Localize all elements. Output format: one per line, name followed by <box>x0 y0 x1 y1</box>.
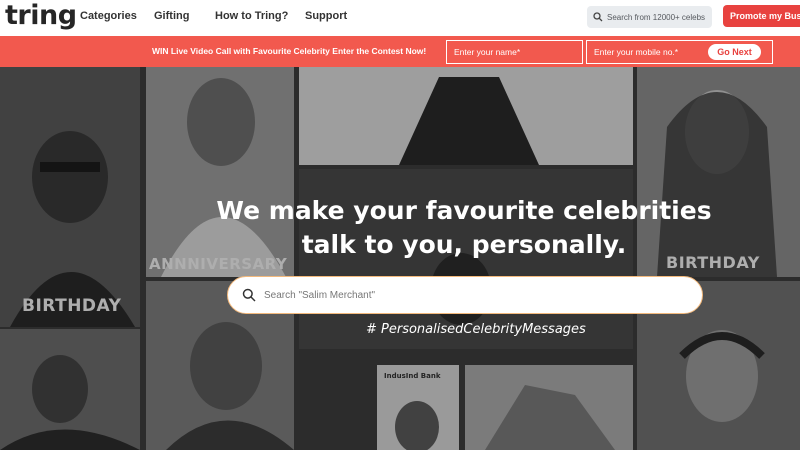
contest-name-field[interactable] <box>446 40 583 64</box>
nav-search-box[interactable] <box>587 6 712 28</box>
hashtag-text: # PersonalisedCelebrityMessages <box>366 322 586 337</box>
promote-business-button[interactable]: Promote my Bus <box>723 5 800 27</box>
nav-link-gifting[interactable]: Gifting <box>154 10 189 22</box>
nav-search-input[interactable] <box>607 12 712 22</box>
hero-section: BIRTHDAY ANNNIVERSARY IndusInd Bank BIRT… <box>0 67 800 450</box>
search-icon <box>242 288 256 302</box>
go-next-button[interactable]: Go Next <box>708 44 761 60</box>
hero-headline-line2: talk to you, personally. <box>301 230 627 259</box>
hero-headline-line1: We make your favourite celebrities <box>216 196 712 225</box>
search-icon <box>593 12 603 22</box>
contest-banner: WIN Live Video Call with Favourite Celeb… <box>0 36 800 67</box>
contest-banner-text: WIN Live Video Call with Favourite Celeb… <box>152 46 427 56</box>
nav-link-how-to-tring[interactable]: How to Tring? <box>215 10 288 22</box>
tring-logo[interactable]: tring <box>5 0 77 34</box>
hero-search-box[interactable] <box>227 276 703 314</box>
nav-link-support[interactable]: Support <box>305 10 347 22</box>
top-nav: tring Categories Gifting How to Tring? S… <box>0 0 800 36</box>
nav-link-categories[interactable]: Categories <box>80 10 137 22</box>
hero-search-input[interactable] <box>264 289 684 301</box>
